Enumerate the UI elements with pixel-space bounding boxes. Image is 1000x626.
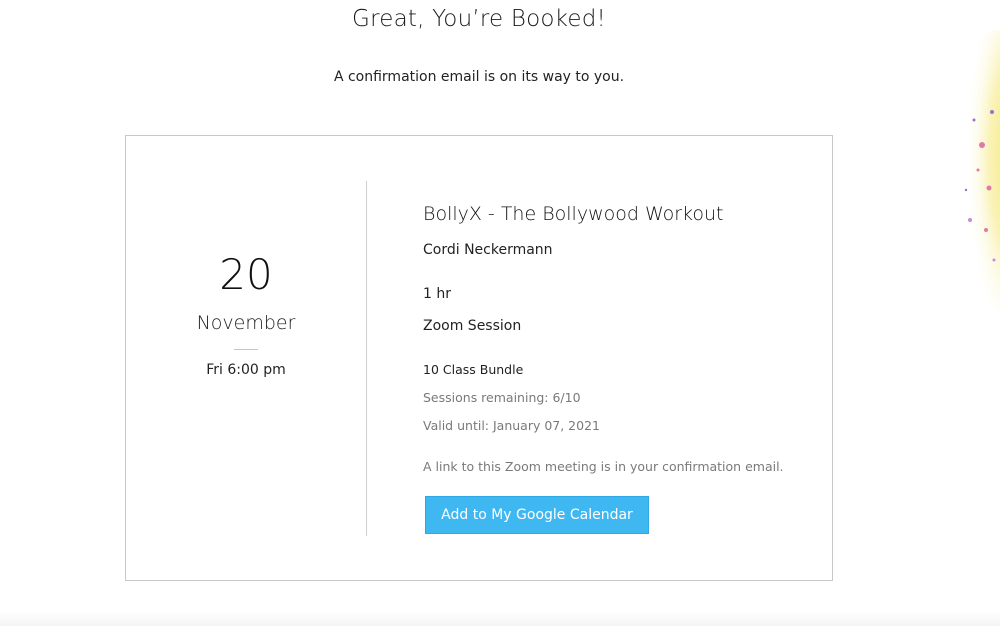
footer-band <box>0 612 1000 626</box>
service-name: BollyX - The Bollywood Workout <box>423 203 724 225</box>
booking-confirmation-page: Great, You’re Booked! A confirmation ema… <box>0 0 1000 626</box>
date-divider <box>234 349 258 350</box>
staff-name: Cordi Neckermann <box>423 242 553 258</box>
booking-day: 20 <box>219 250 273 299</box>
zoom-link-note: A link to this Zoom meeting is in your c… <box>423 459 784 474</box>
plan-name: 10 Class Bundle <box>423 362 524 377</box>
confirmation-subtitle: A confirmation email is on its way to yo… <box>333 69 625 85</box>
booking-card: 20 November Fri 6:00 pm BollyX - The Bol… <box>125 135 833 581</box>
booking-month: November <box>196 312 296 334</box>
decorative-paint-splash <box>956 30 1000 310</box>
card-vertical-divider <box>366 181 367 536</box>
session-location: Zoom Session <box>423 318 522 334</box>
session-duration: 1 hr <box>423 286 451 302</box>
plan-valid-until: Valid until: January 07, 2021 <box>423 418 600 433</box>
booking-weekday-time: Fri 6:00 pm <box>206 362 286 378</box>
plan-sessions-remaining: Sessions remaining: 6/10 <box>423 390 581 405</box>
page-title: Great, You’re Booked! <box>352 6 606 32</box>
add-to-google-calendar-button[interactable]: Add to My Google Calendar <box>425 496 649 534</box>
booking-date-column: 20 November Fri 6:00 pm <box>126 136 366 580</box>
